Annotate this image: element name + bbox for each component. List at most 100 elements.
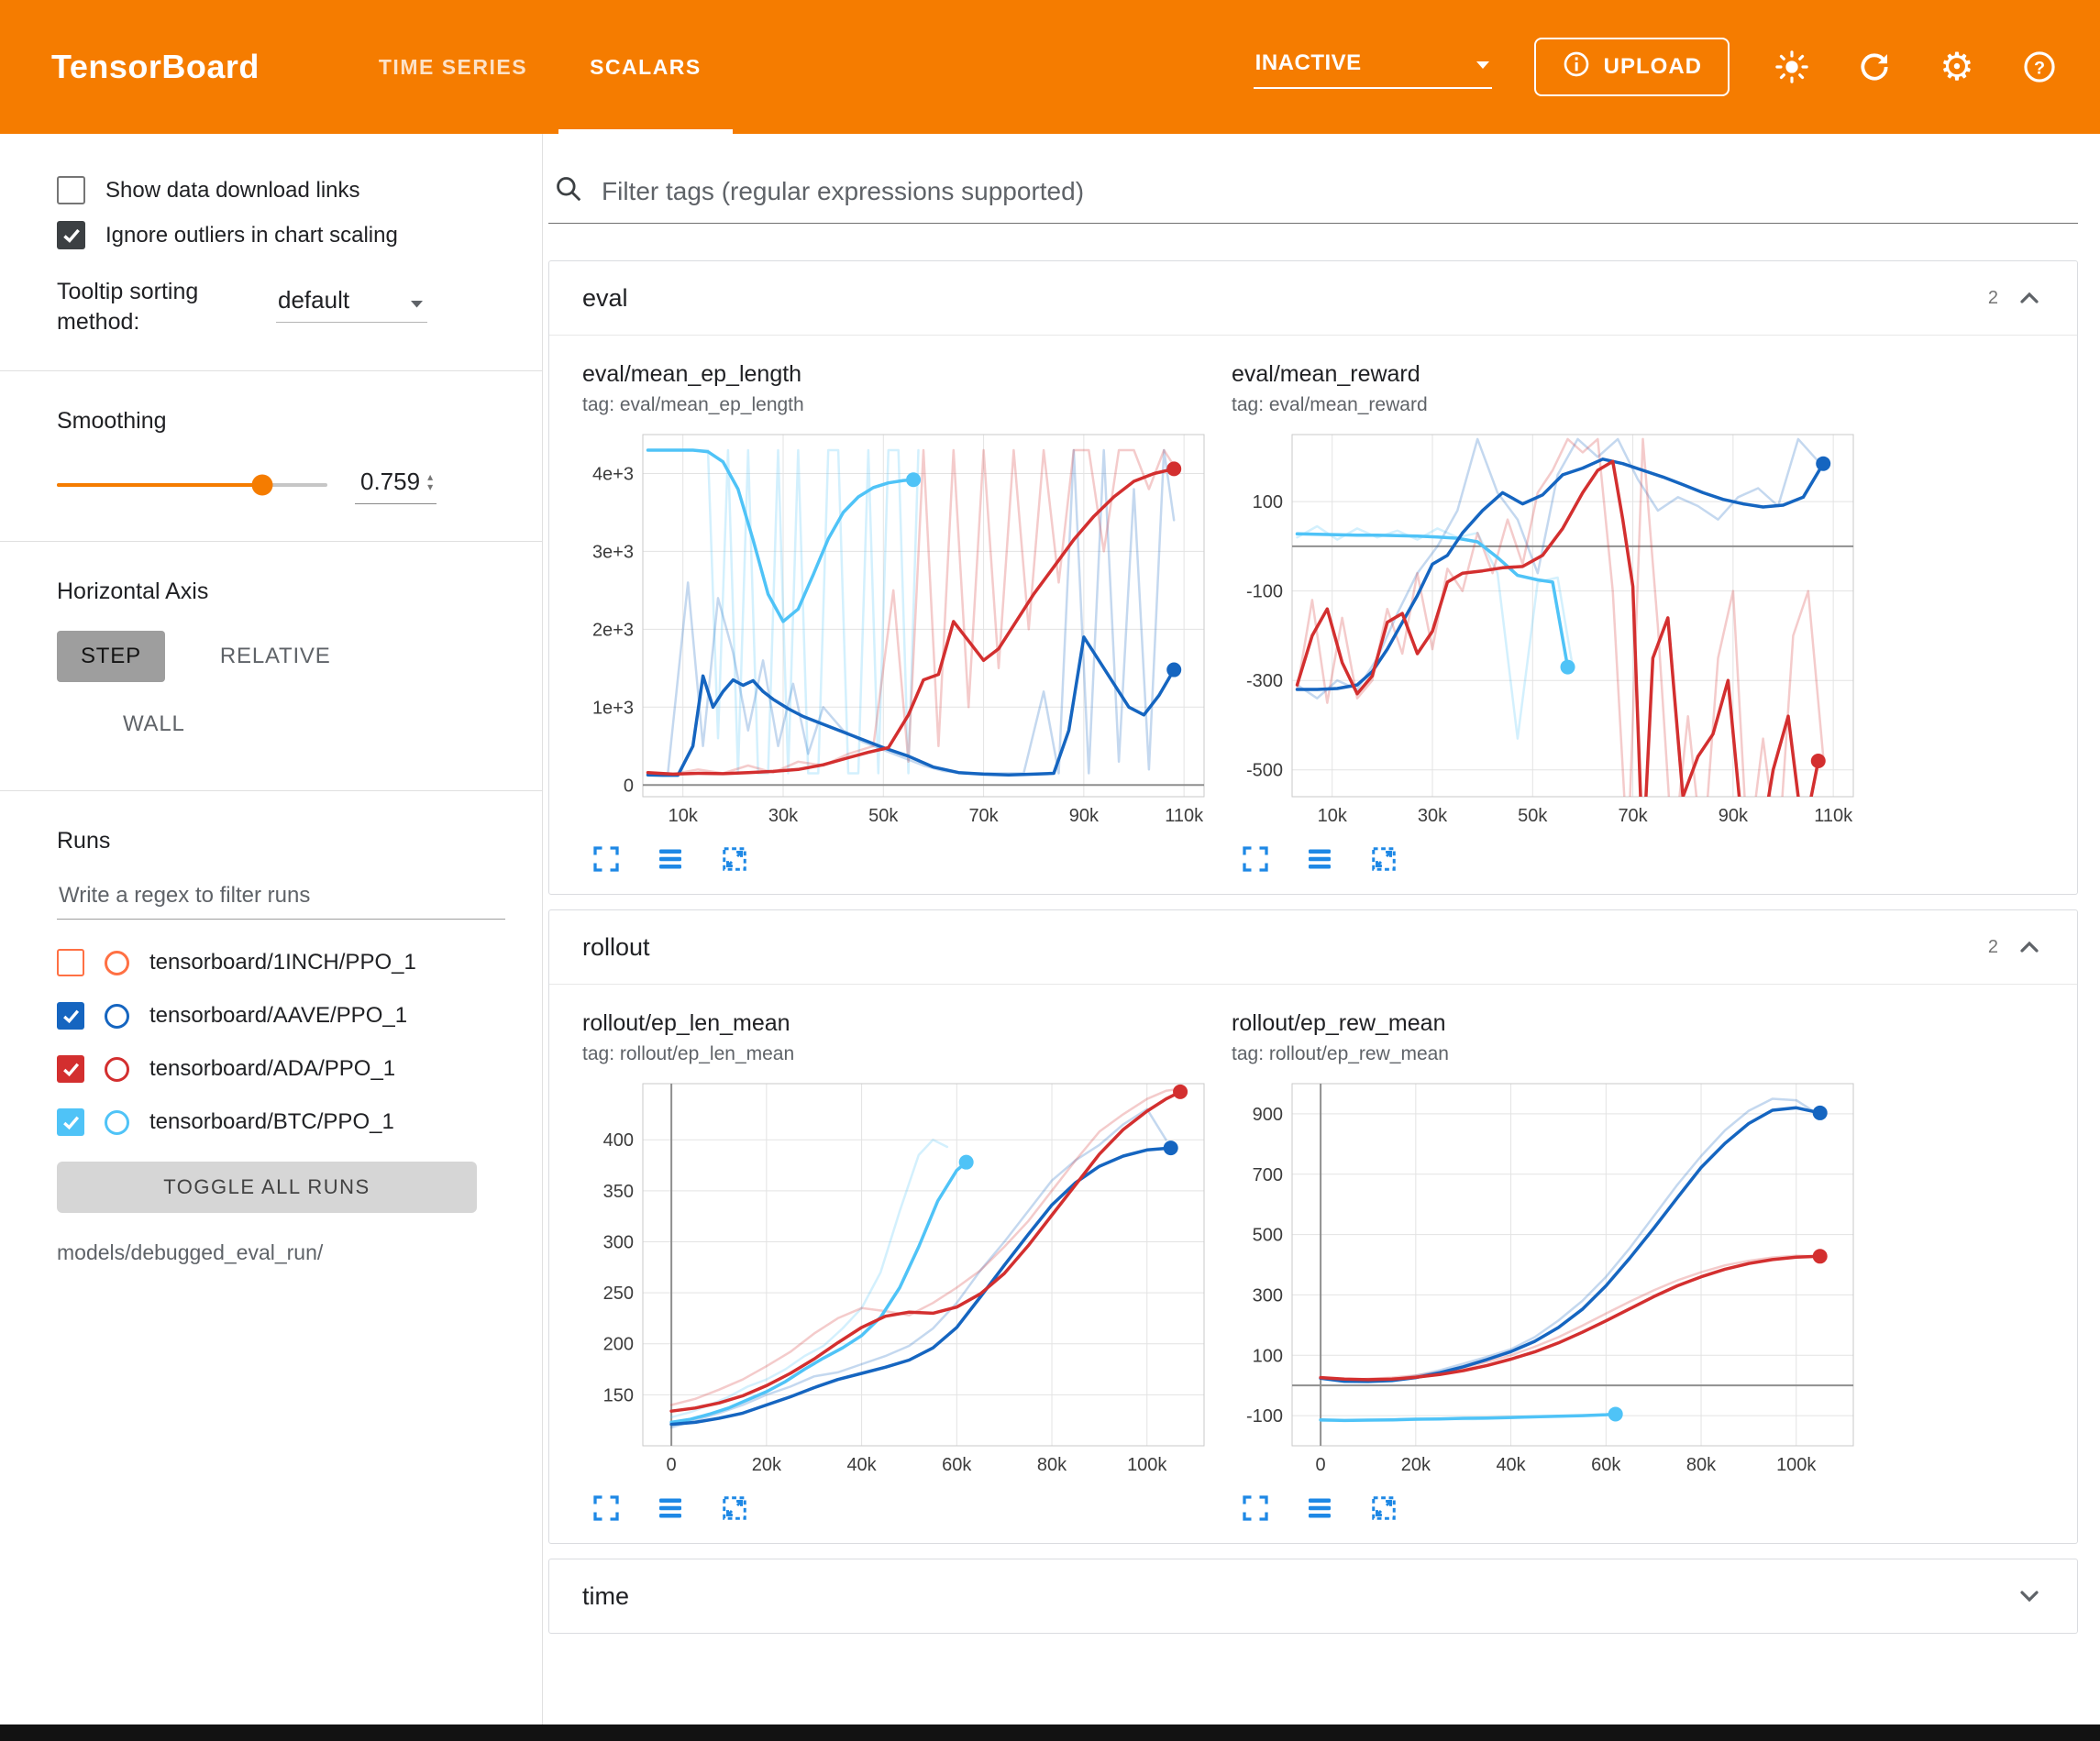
data-table-icon[interactable]: [654, 843, 687, 876]
settings-icon[interactable]: ⚙: [1937, 47, 1977, 87]
tensorboard-app: TensorBoard TIME SERIESSCALARS INACTIVE …: [0, 0, 2100, 1741]
chevron-up-icon[interactable]: [2015, 932, 2044, 962]
run-checkbox[interactable]: [57, 1055, 84, 1083]
fit-data-icon[interactable]: [718, 1492, 751, 1525]
chart-toolbar: [1239, 1492, 1873, 1525]
section-header[interactable]: eval2: [549, 261, 2077, 335]
endpoint-dot-tensorboard/BTC/PPO_1: [1608, 1406, 1623, 1421]
divider: [0, 790, 542, 791]
data-table-icon[interactable]: [1303, 1492, 1336, 1525]
chevron-up-icon[interactable]: [2015, 283, 2044, 313]
brightness-icon[interactable]: [1772, 47, 1812, 87]
svg-text:350: 350: [603, 1182, 634, 1202]
section-header-right: 2: [1988, 283, 2044, 313]
run-checkbox[interactable]: [57, 1108, 84, 1136]
svg-text:2e+3: 2e+3: [592, 620, 634, 640]
endpoint-dot-tensorboard/ADA/PPO_1: [1166, 461, 1181, 476]
status-dropdown[interactable]: INACTIVE: [1254, 45, 1492, 89]
endpoint-dot-tensorboard/ADA/PPO_1: [1813, 1249, 1828, 1263]
svg-text:60k: 60k: [942, 1455, 972, 1475]
run-checkbox[interactable]: [57, 949, 84, 976]
endpoint-dot-tensorboard/ADA/PPO_1: [1811, 754, 1826, 768]
svg-text:70k: 70k: [968, 806, 999, 826]
run-row: tensorboard/1INCH/PPO_1: [0, 936, 542, 989]
svg-text:10k: 10k: [669, 806, 699, 826]
upload-button[interactable]: UPLOAD: [1534, 38, 1730, 96]
run-row: tensorboard/ADA/PPO_1: [0, 1042, 542, 1096]
content-area: Show data download links Ignore outliers…: [0, 134, 2100, 1724]
axis-option-wall[interactable]: WALL: [99, 699, 542, 750]
section-header-right: 2: [1988, 932, 2044, 962]
section-header[interactable]: time: [549, 1559, 2077, 1633]
show-download-links-checkbox[interactable]: [57, 176, 85, 204]
chart-title: eval/mean_reward: [1232, 361, 1873, 388]
svg-text:70k: 70k: [1618, 806, 1648, 826]
help-icon[interactable]: ?: [2019, 47, 2060, 87]
axis-option-relative[interactable]: RELATIVE: [196, 631, 355, 682]
svg-text:100: 100: [1253, 1346, 1283, 1366]
svg-text:30k: 30k: [1418, 806, 1448, 826]
run-color-circle: [105, 1057, 129, 1082]
section-card-rollout: rollout 2 rollout/ep_len_meantag: rollout/…: [548, 909, 2078, 1544]
tab-time-series[interactable]: TIME SERIES: [348, 0, 558, 134]
line-tensorboard/AAVE/PPO_1: [1321, 1107, 1820, 1382]
smoothing-slider[interactable]: [57, 483, 327, 487]
svg-text:500: 500: [1253, 1226, 1283, 1246]
refresh-icon[interactable]: [1854, 47, 1895, 87]
smoothing-input[interactable]: 0.759 ▴▾: [355, 466, 437, 504]
svg-text:50k: 50k: [868, 806, 899, 826]
toggle-all-runs-button[interactable]: TOGGLE ALL RUNS: [57, 1162, 477, 1213]
fit-data-icon[interactable]: [1367, 1492, 1400, 1525]
line-chart[interactable]: 10k30k50k70k90k110k01e+32e+33e+34e+3: [582, 427, 1215, 833]
svg-text:20k: 20k: [752, 1455, 782, 1475]
data-table-icon[interactable]: [654, 1492, 687, 1525]
svg-text:250: 250: [603, 1284, 634, 1304]
tab-scalars[interactable]: SCALARS: [558, 0, 733, 134]
run-checkbox[interactable]: [57, 1002, 84, 1030]
section-card-time: time: [548, 1559, 2078, 1634]
data-table-icon[interactable]: [1303, 843, 1336, 876]
section-header-right: [2015, 1581, 2044, 1611]
chart-tag: tag: eval/mean_reward: [1232, 394, 1873, 416]
expand-icon[interactable]: [590, 843, 623, 876]
divider: [0, 541, 542, 542]
line-unsmoothed-tensorboard/ADA/PPO_1: [671, 1089, 1180, 1405]
line-chart[interactable]: 10k30k50k70k90k110k100-100-300-500: [1232, 427, 1864, 833]
runs-filter: [57, 882, 505, 920]
section-header[interactable]: rollout 2: [549, 910, 2077, 984]
svg-text:40k: 40k: [846, 1455, 877, 1475]
section-title: rollout: [582, 933, 650, 962]
section-title: time: [582, 1582, 629, 1611]
expand-icon[interactable]: [1239, 843, 1272, 876]
svg-text:-300: -300: [1246, 671, 1283, 691]
svg-text:100k: 100k: [1127, 1455, 1167, 1475]
expand-icon[interactable]: [1239, 1492, 1272, 1525]
settings-sidebar: Show data download links Ignore outliers…: [0, 134, 543, 1724]
axis-option-step[interactable]: STEP: [57, 631, 165, 682]
svg-text:4e+3: 4e+3: [592, 464, 634, 484]
endpoint-dot-tensorboard/AAVE/PPO_1: [1813, 1106, 1828, 1120]
info-icon: [1562, 50, 1591, 85]
chart-tag: tag: eval/mean_ep_length: [582, 394, 1224, 416]
chart-card: rollout/ep_len_meantag: rollout/ep_len_m…: [582, 1010, 1224, 1525]
show-download-links-row: Show data download links: [57, 176, 514, 204]
chevron-down-icon[interactable]: [2015, 1581, 2044, 1611]
slider-thumb[interactable]: [251, 475, 272, 496]
svg-text:700: 700: [1253, 1165, 1283, 1185]
number-stepper[interactable]: ▴▾: [427, 472, 433, 490]
upload-label: UPLOAD: [1604, 54, 1702, 80]
svg-text:3e+3: 3e+3: [592, 542, 634, 562]
endpoint-dot-tensorboard/ADA/PPO_1: [1173, 1085, 1188, 1099]
fit-data-icon[interactable]: [1367, 843, 1400, 876]
tooltip-sorting-select[interactable]: default: [276, 282, 427, 323]
svg-text:-100: -100: [1246, 582, 1283, 602]
filter-tags-input[interactable]: [600, 176, 2078, 207]
line-chart[interactable]: 020k40k60k80k100k-100100300500700900: [1232, 1076, 1864, 1482]
run-label: tensorboard/1INCH/PPO_1: [149, 950, 416, 975]
fit-data-icon[interactable]: [718, 843, 751, 876]
chart-tag: tag: rollout/ep_len_mean: [582, 1043, 1224, 1065]
expand-icon[interactable]: [590, 1492, 623, 1525]
ignore-outliers-checkbox[interactable]: [57, 221, 85, 249]
runs-filter-input[interactable]: [57, 882, 460, 909]
line-chart[interactable]: 020k40k60k80k100k150200250300350400: [582, 1076, 1215, 1482]
